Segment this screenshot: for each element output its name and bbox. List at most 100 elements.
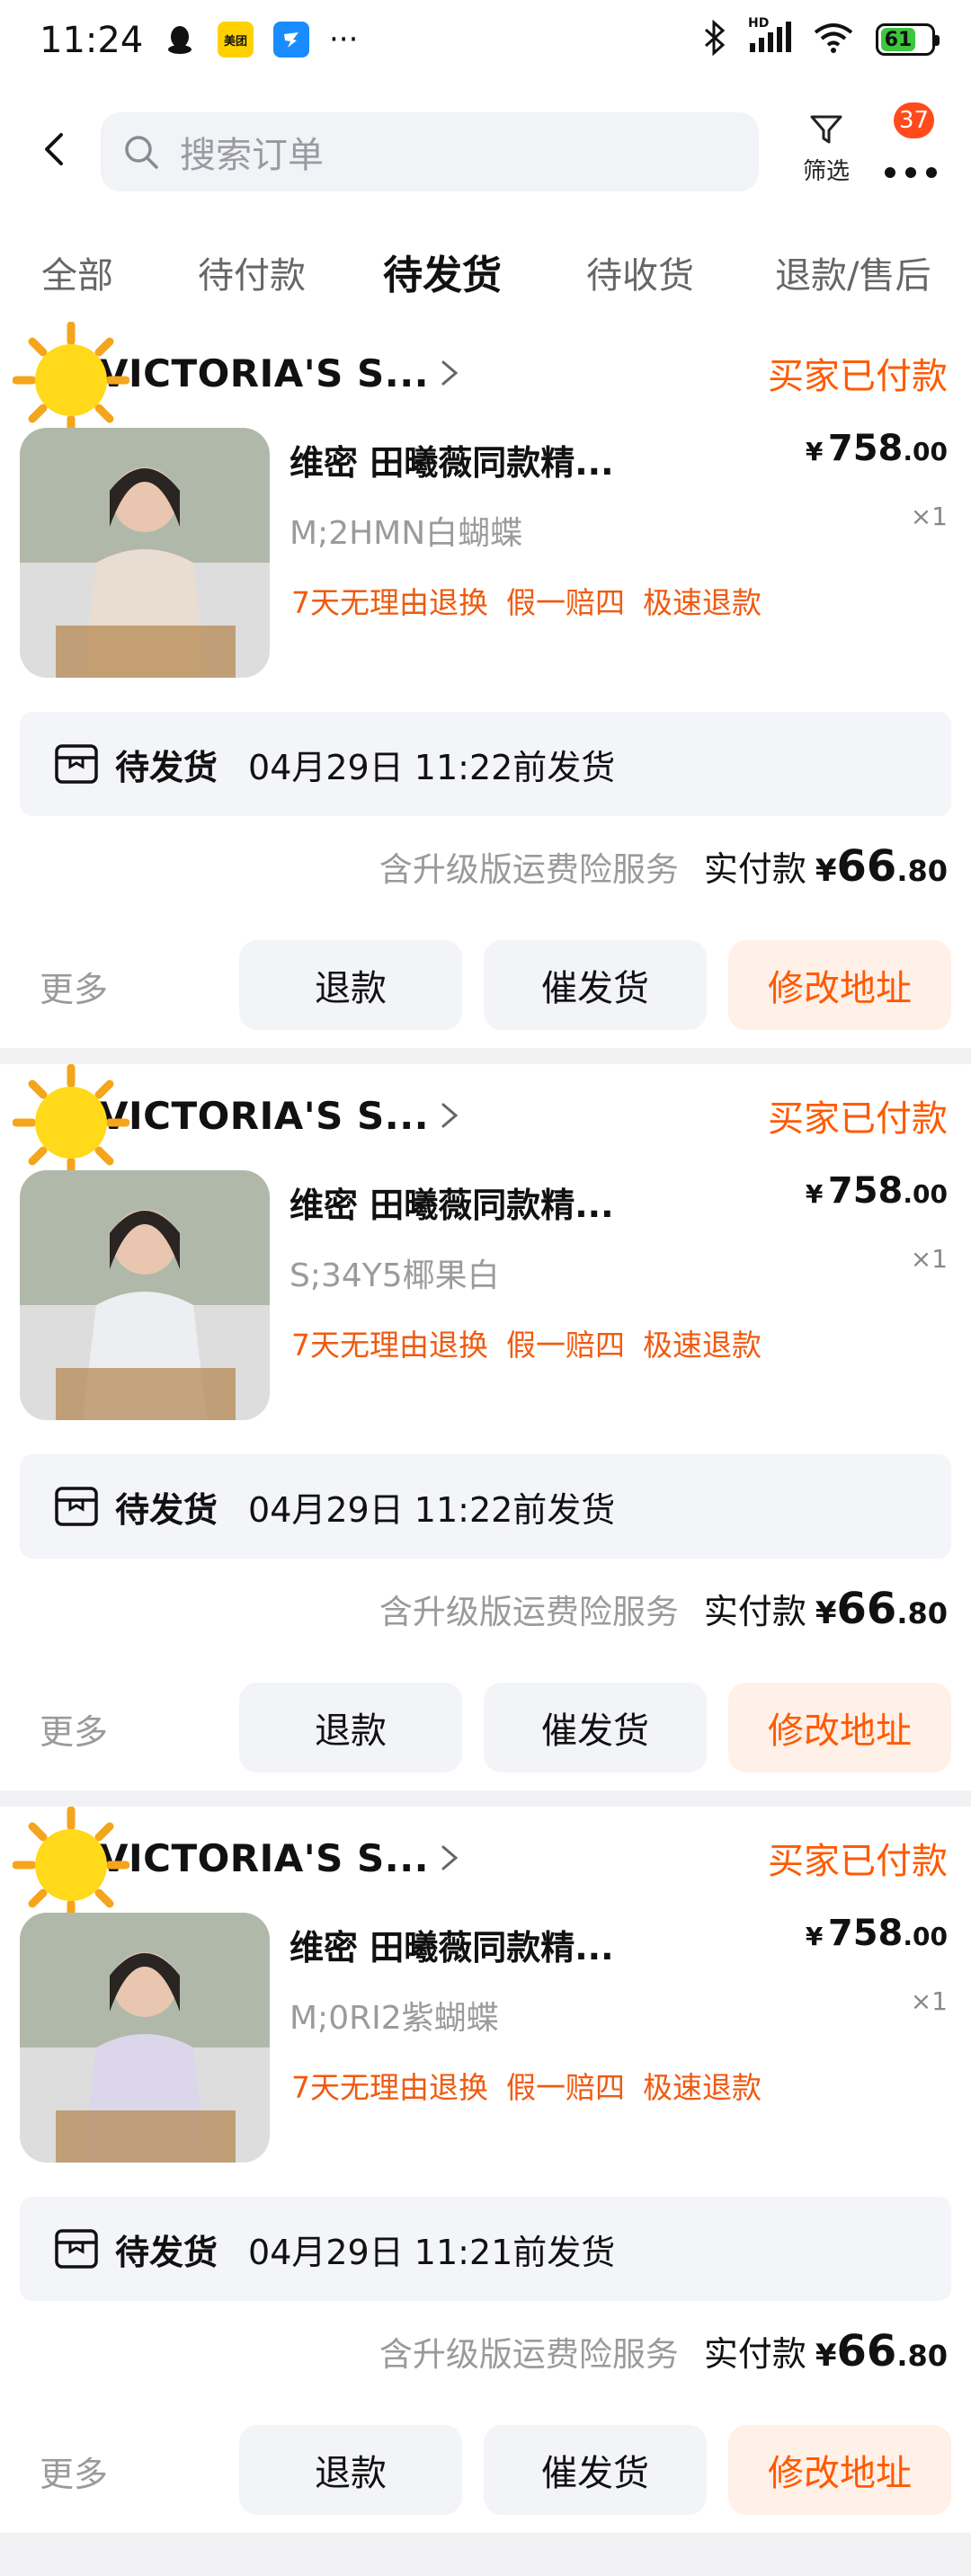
status-right: HD 61: [703, 16, 940, 59]
package-icon: [55, 1487, 98, 1526]
urge-shipment-button[interactable]: 催发货: [484, 1683, 707, 1772]
order-status: 买家已付款: [768, 356, 948, 397]
search-input[interactable]: 搜索订单: [101, 112, 759, 191]
product-image[interactable]: [20, 428, 270, 678]
shipping-info[interactable]: 待发货 04月29日 11:22前发货: [20, 1454, 951, 1559]
status-time: 11:24: [40, 20, 144, 61]
price-integer: 758: [827, 428, 904, 469]
paid-integer: 66: [836, 841, 897, 892]
tag-fast-refund: 极速退款: [643, 585, 762, 620]
refund-button[interactable]: 退款: [239, 940, 462, 1030]
tab-pending-payment[interactable]: 待付款: [198, 246, 306, 298]
tag-guarantee: 假一赔四: [506, 2070, 625, 2105]
paid-currency: ¥: [815, 1595, 837, 1631]
order-status: 买家已付款: [768, 1841, 948, 1882]
service-tags: 7天无理由退换 假一赔四 极速退款: [291, 2064, 762, 2107]
paid-integer: 66: [836, 1584, 897, 1634]
chevron-right-icon: [441, 360, 459, 386]
product-sku: S;34Y5椰果白: [290, 1257, 500, 1294]
more-actions-link[interactable]: 更多: [40, 2447, 108, 2496]
back-arrow-icon[interactable]: [38, 131, 74, 167]
shop-name: VICTORIA'S S...: [99, 1093, 430, 1138]
product-price: ¥ 758.00: [806, 428, 948, 469]
service-tags: 7天无理由退换 假一赔四 极速退款: [291, 579, 762, 622]
tag-fast-refund: 极速退款: [643, 1328, 762, 1363]
product-title[interactable]: 维密 田曦薇同款精...: [290, 1177, 614, 1227]
bluetooth-icon: [703, 19, 726, 59]
urge-shipment-button[interactable]: 催发货: [484, 2425, 707, 2515]
tag-guarantee: 假一赔四: [506, 1328, 625, 1363]
price-decimal: .00: [903, 1922, 948, 1951]
battery-level: 61: [881, 28, 915, 51]
filter-icon: [810, 115, 842, 144]
product-price: ¥ 758.00: [806, 1170, 948, 1212]
paid-currency: ¥: [815, 853, 837, 889]
service-tags: 7天无理由退换 假一赔四 极速退款: [291, 1321, 762, 1364]
paid-decimal: .80: [896, 1596, 948, 1630]
change-address-button[interactable]: 修改地址: [728, 940, 951, 1030]
product-price: ¥ 758.00: [806, 1913, 948, 1954]
product-quantity: ×1: [910, 1244, 948, 1274]
filter-button[interactable]: 筛选: [793, 111, 860, 186]
payment-summary: 含升级版运费险服务 实付款 ¥ 66.80: [379, 841, 948, 892]
sun-sticker-icon: [13, 1064, 129, 1181]
tab-bar: 全部 待付款 待发货 待收货 退款/售后: [0, 216, 971, 322]
paid-label: 实付款: [703, 849, 806, 889]
tab-pending-receipt[interactable]: 待收货: [586, 246, 694, 298]
filter-label: 筛选: [802, 158, 850, 185]
shipping-deadline: 04月29日 11:22前发货: [248, 1489, 616, 1530]
paid-label: 实付款: [703, 2334, 806, 2374]
more-actions-link[interactable]: 更多: [40, 1704, 108, 1754]
tab-refund-aftersale[interactable]: 退款/售后: [775, 246, 931, 298]
change-address-button[interactable]: 修改地址: [728, 1683, 951, 1772]
signal-icon: HD: [748, 16, 791, 58]
paid-integer: 66: [836, 2326, 897, 2376]
status-overflow: ···: [329, 22, 359, 58]
shipping-status: 待发货: [115, 2232, 218, 2272]
refund-button[interactable]: 退款: [239, 1683, 462, 1772]
shipping-info[interactable]: 待发货 04月29日 11:22前发货: [20, 712, 951, 816]
shipping-deadline: 04月29日 11:22前发货: [248, 747, 616, 787]
price-decimal: .00: [903, 437, 948, 466]
paid-decimal: .80: [896, 2339, 948, 2373]
tab-pending-shipment[interactable]: 待发货: [383, 243, 502, 300]
product-image[interactable]: [20, 1913, 270, 2163]
change-address-button[interactable]: 修改地址: [728, 2425, 951, 2515]
shop-link[interactable]: VICTORIA'S S...: [13, 1807, 463, 1923]
meituan-icon: 美团: [218, 22, 254, 58]
price-integer: 758: [827, 1170, 904, 1212]
shipping-info[interactable]: 待发货 04月29日 11:21前发货: [20, 2197, 951, 2301]
sun-sticker-icon: [13, 322, 129, 439]
insurance-service: 含升级版运费险服务: [379, 1593, 679, 1631]
chevron-right-icon: [441, 1845, 459, 1870]
product-sku: M;0RI2紫蝴蝶: [290, 2000, 499, 2037]
refund-button[interactable]: 退款: [239, 2425, 462, 2515]
shop-name: VICTORIA'S S...: [99, 351, 430, 395]
product-quantity: ×1: [910, 1986, 948, 2016]
tag-guarantee: 假一赔四: [506, 585, 625, 620]
more-actions-link[interactable]: 更多: [40, 962, 108, 1011]
package-icon: [55, 744, 98, 784]
product-image[interactable]: [20, 1170, 270, 1420]
insurance-service: 含升级版运费险服务: [379, 2335, 679, 2374]
qq-penguin-icon: [162, 22, 198, 58]
product-quantity: ×1: [910, 502, 948, 531]
paid-decimal: .80: [896, 854, 948, 888]
tab-all[interactable]: 全部: [41, 246, 113, 298]
paid-currency: ¥: [815, 2338, 837, 2374]
shop-link[interactable]: VICTORIA'S S...: [13, 1064, 463, 1181]
sun-sticker-icon: [13, 1807, 129, 1923]
tag-fast-refund: 极速退款: [643, 2070, 762, 2105]
product-title[interactable]: 维密 田曦薇同款精...: [290, 1920, 614, 1969]
urge-shipment-button[interactable]: 催发货: [484, 940, 707, 1030]
price-currency: ¥: [805, 1922, 824, 1951]
product-title[interactable]: 维密 田曦薇同款精...: [290, 435, 614, 484]
order-status: 买家已付款: [768, 1098, 948, 1140]
order-actions: 更多 退款 催发货 修改地址: [0, 1683, 971, 1772]
price-currency: ¥: [805, 1179, 824, 1209]
shipping-status: 待发货: [115, 747, 218, 787]
shop-link[interactable]: VICTORIA'S S...: [13, 322, 463, 439]
status-bar: 11:24 美团 ··· HD 61: [0, 0, 971, 90]
insurance-service: 含升级版运费险服务: [379, 850, 679, 889]
dingtalk-icon: [273, 22, 309, 58]
